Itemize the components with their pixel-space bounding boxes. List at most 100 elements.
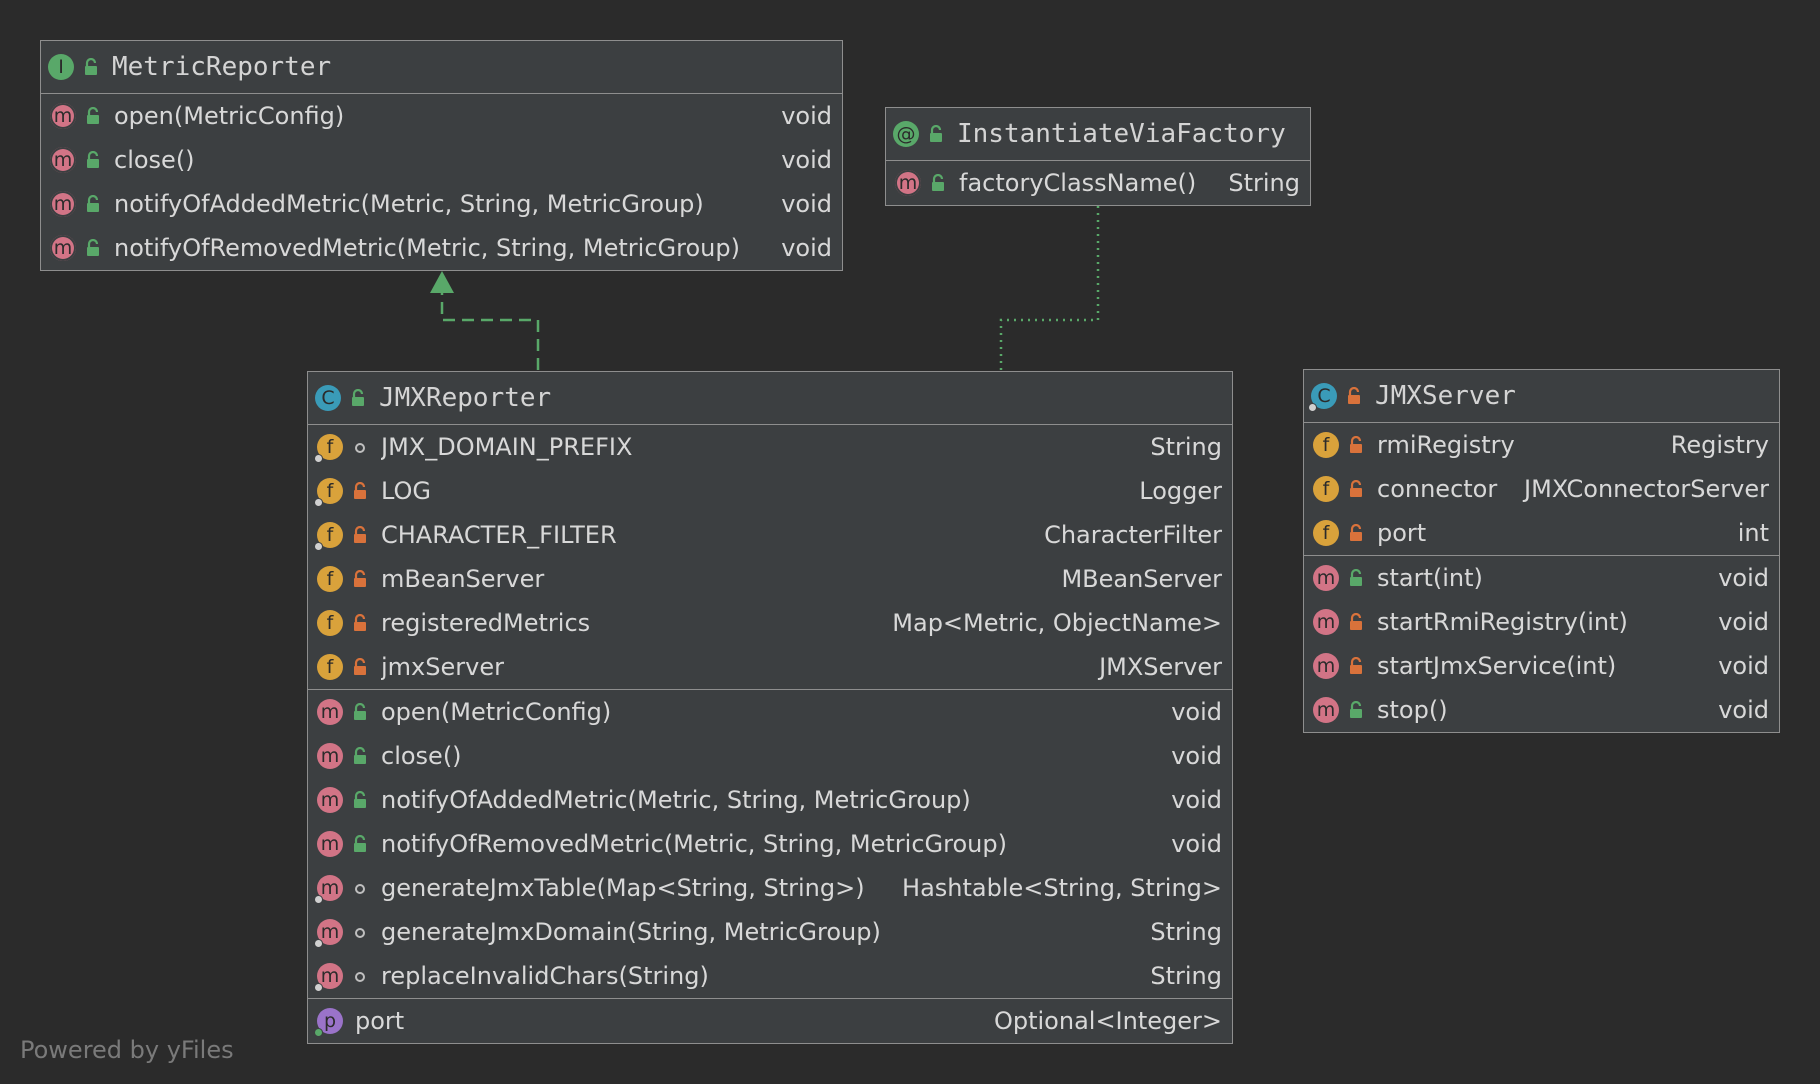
static-badge-icon — [1308, 403, 1317, 412]
package-visibility-icon — [351, 967, 369, 985]
public-lock-icon — [1347, 701, 1365, 719]
field-row[interactable]: f connector JMXConnectorServer — [1304, 467, 1779, 511]
private-lock-icon — [1347, 613, 1365, 631]
member-name: port — [1377, 519, 1427, 547]
field-icon: f — [314, 522, 343, 551]
member-name: start(int) — [1377, 564, 1483, 592]
method-row[interactable]: m stop() void — [1304, 688, 1779, 732]
member-name: open(MetricConfig) — [114, 102, 345, 130]
member-section: p port Optional<Integer> — [308, 999, 1232, 1043]
annotation-edge-jmxreporter-instantiateviafactory — [999, 205, 1100, 370]
class-box-instantiate-via-factory[interactable]: @ InstantiateViaFactory m factoryClassNam… — [885, 107, 1311, 206]
field-row[interactable]: f JMX_DOMAIN_PREFIX String — [308, 425, 1232, 469]
class-title: InstantiateViaFactory — [957, 119, 1286, 149]
field-icon: f — [314, 434, 343, 463]
method-row[interactable]: m close() void — [308, 734, 1232, 778]
property-icon: p — [314, 1008, 343, 1037]
uml-diagram-canvas: I MetricReporter m open(MetricConfig) void… — [0, 0, 1820, 1084]
method-row[interactable]: m replaceInvalidChars(String) String — [308, 954, 1232, 998]
member-type: void — [1171, 698, 1222, 726]
class-header[interactable]: @ InstantiateViaFactory — [886, 108, 1310, 161]
member-name: startRmiRegistry(int) — [1377, 608, 1628, 636]
public-lock-icon — [351, 791, 369, 809]
property-row[interactable]: p port Optional<Integer> — [308, 999, 1232, 1043]
public-lock-icon — [929, 174, 947, 192]
method-row[interactable]: m generateJmxDomain(String, MetricGroup) S… — [308, 910, 1232, 954]
member-type: void — [1718, 696, 1769, 724]
method-row[interactable]: m notifyOfRemovedMetric(Metric, String, M… — [41, 226, 842, 270]
private-lock-icon — [351, 614, 369, 632]
private-lock-icon — [351, 482, 369, 500]
public-lock-icon — [1347, 569, 1365, 587]
member-type: String — [1228, 169, 1300, 197]
private-lock-icon — [1345, 387, 1363, 405]
member-type: JMXServer — [1099, 653, 1222, 681]
method-icon: m — [314, 963, 343, 992]
public-lock-icon — [351, 835, 369, 853]
member-name: close() — [114, 146, 195, 174]
class-box-metric-reporter[interactable]: I MetricReporter m open(MetricConfig) void… — [40, 40, 843, 271]
static-badge-icon — [314, 939, 323, 948]
member-type: void — [781, 234, 832, 262]
method-icon: m — [1313, 565, 1339, 591]
public-lock-icon — [351, 703, 369, 721]
member-type: void — [1718, 564, 1769, 592]
method-row[interactable]: m generateJmxTable(Map<String, String>) Ha… — [308, 866, 1232, 910]
field-row[interactable]: f jmxServer JMXServer — [308, 645, 1232, 689]
field-row[interactable]: f LOG Logger — [308, 469, 1232, 513]
field-row[interactable]: f port int — [1304, 511, 1779, 555]
field-row[interactable]: f registeredMetrics Map<Metric, ObjectName… — [308, 601, 1232, 645]
class-title: MetricReporter — [112, 52, 332, 82]
member-type: void — [781, 102, 832, 130]
member-section: f rmiRegistry Registry f connector JMXConnect… — [1304, 423, 1779, 556]
method-row[interactable]: m start(int) void — [1304, 556, 1779, 600]
member-name: notifyOfAddedMetric(Metric, String, Metr… — [114, 190, 704, 218]
static-badge-icon — [314, 498, 323, 507]
member-type: void — [781, 190, 832, 218]
static-badge-icon — [314, 983, 323, 992]
method-row[interactable]: m startJmxService(int) void — [1304, 644, 1779, 688]
static-badge-icon — [314, 542, 323, 551]
package-visibility-icon — [351, 923, 369, 941]
method-icon: m — [1313, 653, 1339, 679]
member-section: m factoryClassName() String — [886, 161, 1310, 205]
method-row[interactable]: m startRmiRegistry(int) void — [1304, 600, 1779, 644]
method-row[interactable]: m open(MetricConfig) void — [308, 690, 1232, 734]
method-row[interactable]: m notifyOfRemovedMetric(Metric, String, M… — [308, 822, 1232, 866]
class-box-jmx-reporter[interactable]: C JMXReporter f JMX_DOMAIN_PREFIX String f L… — [307, 371, 1233, 1044]
static-badge-icon — [314, 895, 323, 904]
method-icon: m — [317, 743, 343, 769]
member-name: CHARACTER_FILTER — [381, 521, 617, 549]
member-type: Map<Metric, ObjectName> — [892, 609, 1222, 637]
method-icon: m — [895, 170, 921, 196]
field-row[interactable]: f rmiRegistry Registry — [1304, 423, 1779, 467]
class-box-jmx-server[interactable]: C JMXServer f rmiRegistry Registry f connect… — [1303, 369, 1780, 733]
field-row[interactable]: f CHARACTER_FILTER CharacterFilter — [308, 513, 1232, 557]
method-icon: m — [317, 699, 343, 725]
class-header[interactable]: I MetricReporter — [41, 41, 842, 94]
class-header[interactable]: C JMXReporter — [308, 372, 1232, 425]
field-row[interactable]: f mBeanServer MBeanServer — [308, 557, 1232, 601]
method-row[interactable]: m notifyOfAddedMetric(Metric, String, Met… — [41, 182, 842, 226]
class-header[interactable]: C JMXServer — [1304, 370, 1779, 423]
member-type: String — [1150, 433, 1222, 461]
member-name: startJmxService(int) — [1377, 652, 1617, 680]
member-name: notifyOfAddedMetric(Metric, String, Metr… — [381, 786, 971, 814]
private-lock-icon — [351, 658, 369, 676]
member-name: close() — [381, 742, 462, 770]
public-lock-icon — [927, 125, 945, 143]
public-lock-icon — [84, 107, 102, 125]
method-icon: m — [317, 787, 343, 813]
member-name: jmxServer — [381, 653, 504, 681]
method-row[interactable]: m close() void — [41, 138, 842, 182]
method-row[interactable]: m open(MetricConfig) void — [41, 94, 842, 138]
method-row[interactable]: m factoryClassName() String — [886, 161, 1310, 205]
method-icon: m — [1313, 609, 1339, 635]
method-icon: m — [317, 831, 343, 857]
realization-arrowhead — [430, 271, 454, 293]
member-name: notifyOfRemovedMetric(Metric, String, Me… — [114, 234, 740, 262]
public-lock-icon — [349, 389, 367, 407]
member-type: String — [1150, 918, 1222, 946]
method-row[interactable]: m notifyOfAddedMetric(Metric, String, Met… — [308, 778, 1232, 822]
member-name: registeredMetrics — [381, 609, 591, 637]
